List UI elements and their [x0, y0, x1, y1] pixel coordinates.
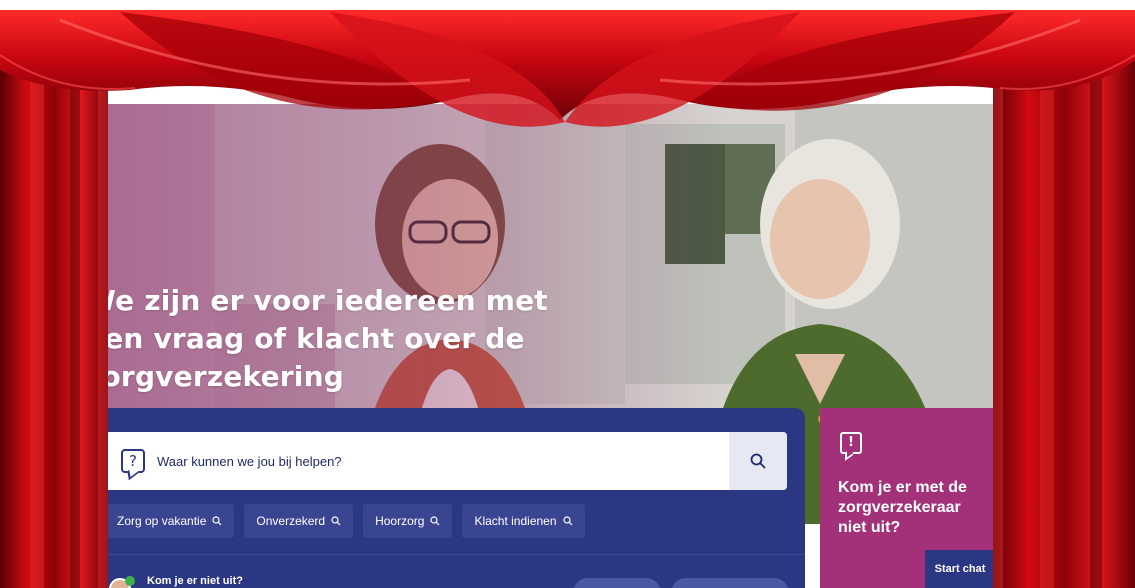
chat-card: ! Kom je er met de zorgverzekeraar niet …: [820, 408, 995, 588]
quick-link-label: Zorg op vakantie: [117, 514, 207, 528]
search-icon: [430, 516, 440, 526]
quick-link-label: Hoorzorg: [375, 514, 425, 528]
hero-title-line: We zijn er voor iedereen met: [105, 284, 548, 317]
alert-bubble-icon: !: [840, 432, 862, 454]
curtain-left: [0, 40, 108, 588]
hero-title-line: zorgverzekering: [105, 360, 344, 393]
quick-link-label: Klacht indienen: [474, 514, 557, 528]
search-box: ?: [105, 432, 787, 490]
website: We zijn er voor iedereen met een vraag o…: [105, 90, 995, 588]
help-action-button[interactable]: [671, 578, 789, 588]
question-bubble-icon: ?: [121, 449, 145, 473]
help-bar-text: Kom je er niet uit?: [147, 575, 243, 587]
quick-link-hoorzorg[interactable]: Hoorzorg: [363, 504, 453, 538]
search-icon: [562, 516, 572, 526]
online-status-dot: [125, 576, 135, 586]
quick-link-onverzekerd[interactable]: Onverzekerd: [244, 504, 354, 538]
help-bar: Kom je er niet uit?: [105, 566, 805, 588]
help-action-button[interactable]: [573, 578, 661, 588]
divider: [105, 554, 805, 555]
search-icon: [212, 516, 222, 526]
quick-links: Zorg op vakantie Onverzekerd Hoorzorg Kl…: [105, 504, 585, 538]
search-panel: ? Zorg op vakantie Onverzekerd: [105, 408, 805, 588]
search-icon: [331, 516, 341, 526]
search-button[interactable]: [729, 432, 787, 490]
quick-link-zorg-op-vakantie[interactable]: Zorg op vakantie: [105, 504, 235, 538]
quick-link-label: Onverzekerd: [256, 514, 326, 528]
chat-card-title: Kom je er met de zorgverzekeraar niet ui…: [838, 479, 967, 536]
hero-title-line: een vraag of klacht over de: [105, 322, 525, 355]
search-icon: [750, 453, 766, 469]
screen: We zijn er voor iedereen met een vraag o…: [0, 0, 1135, 588]
search-input[interactable]: [157, 446, 717, 476]
curtain-right: [993, 40, 1135, 588]
start-chat-button[interactable]: Start chat: [925, 550, 995, 588]
hero-title: We zijn er voor iedereen met een vraag o…: [105, 282, 555, 396]
quick-link-klacht-indienen[interactable]: Klacht indienen: [462, 504, 585, 538]
